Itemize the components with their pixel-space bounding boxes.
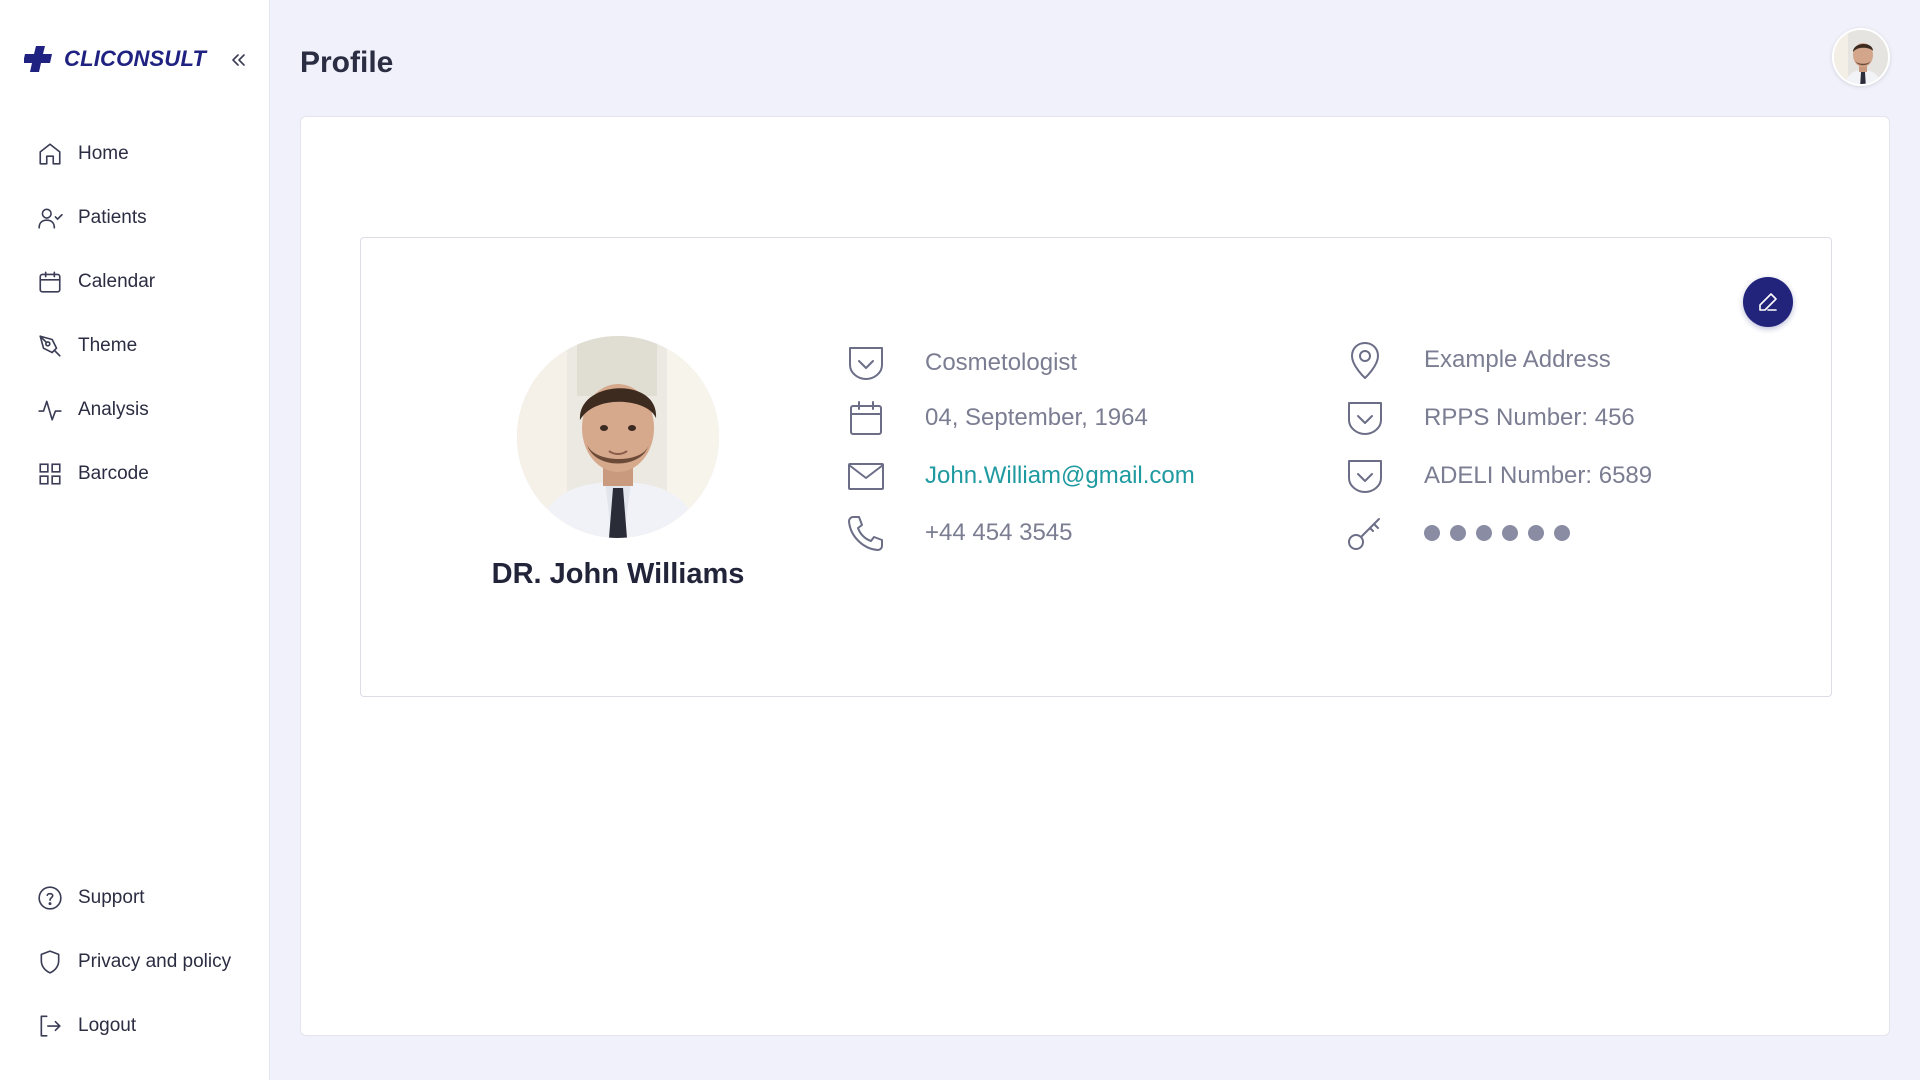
pen-tool-icon (36, 332, 64, 360)
sidebar-item-analysis[interactable]: Analysis (0, 378, 270, 442)
password-dot (1476, 525, 1492, 541)
activity-icon (36, 396, 64, 424)
password-dot (1424, 525, 1440, 541)
shield-check-icon (1344, 455, 1386, 497)
birthdate-row: 04, September, 1964 (845, 397, 1148, 439)
calendar-icon (845, 397, 887, 439)
user-check-icon (36, 204, 64, 232)
grid-icon (36, 460, 64, 488)
password-dot (1528, 525, 1544, 541)
sidebar-item-label: Patients (78, 207, 147, 228)
adeli-text: ADELI Number: 6589 (1424, 462, 1653, 489)
address-row: Example Address (1344, 339, 1611, 381)
sidebar-item-privacy[interactable]: Privacy and policy (0, 930, 270, 994)
sidebar-item-label: Analysis (78, 399, 149, 420)
password-dot (1502, 525, 1518, 541)
sidebar-item-logout[interactable]: Logout (0, 994, 270, 1058)
profile-panel: DR. John Williams Cosmetologist 04, Sept… (300, 116, 1890, 1036)
edit-profile-button[interactable] (1743, 277, 1793, 327)
email-link[interactable]: John.William@gmail.com (925, 462, 1195, 490)
password-row (1344, 512, 1570, 554)
secondary-nav: Support Privacy and policy Logout (0, 866, 270, 1058)
page-title: Profile (300, 46, 394, 79)
sidebar-item-label: Barcode (78, 463, 149, 484)
sidebar-item-label: Theme (78, 335, 138, 356)
password-dot (1450, 525, 1466, 541)
profile-name: DR. John Williams (491, 558, 745, 590)
rpps-text: RPPS Number: 456 (1424, 404, 1635, 431)
brand-name: CLICONSULT (64, 46, 207, 71)
double-chevron-left-icon (232, 54, 245, 66)
phone-text: +44 454 3545 (925, 519, 1073, 546)
sidebar-item-label: Support (78, 887, 145, 908)
key-icon (1344, 512, 1386, 554)
calendar-icon (36, 268, 64, 296)
main-nav: Home Patients Calendar Theme Analysis Ba… (0, 122, 270, 506)
password-masked (1424, 525, 1570, 541)
sidebar-item-label: Logout (78, 1015, 137, 1036)
sidebar: CLICONSULT Home Patients Calendar Theme … (0, 0, 270, 1080)
rpps-row: RPPS Number: 456 (1344, 397, 1635, 439)
profile-photo (517, 336, 719, 538)
sidebar-item-patients[interactable]: Patients (0, 186, 270, 250)
phone-icon (845, 512, 887, 554)
sidebar-item-label: Calendar (78, 271, 156, 292)
shield-check-icon (1344, 397, 1386, 439)
sidebar-item-label: Home (78, 143, 129, 164)
sidebar-item-label: Privacy and policy (78, 951, 232, 972)
phone-row: +44 454 3545 (845, 512, 1072, 554)
profile-card: DR. John Williams Cosmetologist 04, Sept… (360, 237, 1832, 697)
shield-icon (36, 948, 64, 976)
user-avatar[interactable] (1832, 28, 1890, 86)
address-text: Example Address (1424, 346, 1611, 373)
sidebar-item-home[interactable]: Home (0, 122, 270, 186)
help-circle-icon (36, 884, 64, 912)
sidebar-item-calendar[interactable]: Calendar (0, 250, 270, 314)
map-pin-icon (1344, 339, 1386, 381)
mail-icon (845, 455, 887, 497)
sidebar-item-support[interactable]: Support (0, 866, 270, 930)
brand[interactable]: CLICONSULT (24, 44, 206, 74)
cross-logo-icon (24, 46, 52, 72)
collapse-sidebar-button[interactable] (224, 46, 252, 74)
sidebar-item-barcode[interactable]: Barcode (0, 442, 270, 506)
sidebar-item-theme[interactable]: Theme (0, 314, 270, 378)
specialty-row: Cosmetologist (845, 342, 1077, 384)
home-icon (36, 140, 64, 168)
specialty-text: Cosmetologist (925, 349, 1078, 376)
shield-check-icon (845, 342, 887, 384)
adeli-row: ADELI Number: 6589 (1344, 455, 1652, 497)
birthdate-text: 04, September, 1964 (925, 404, 1148, 431)
password-dot (1554, 525, 1570, 541)
pencil-icon (1759, 293, 1777, 311)
logout-icon (36, 1012, 64, 1040)
email-row: John.William@gmail.com (845, 455, 1195, 497)
